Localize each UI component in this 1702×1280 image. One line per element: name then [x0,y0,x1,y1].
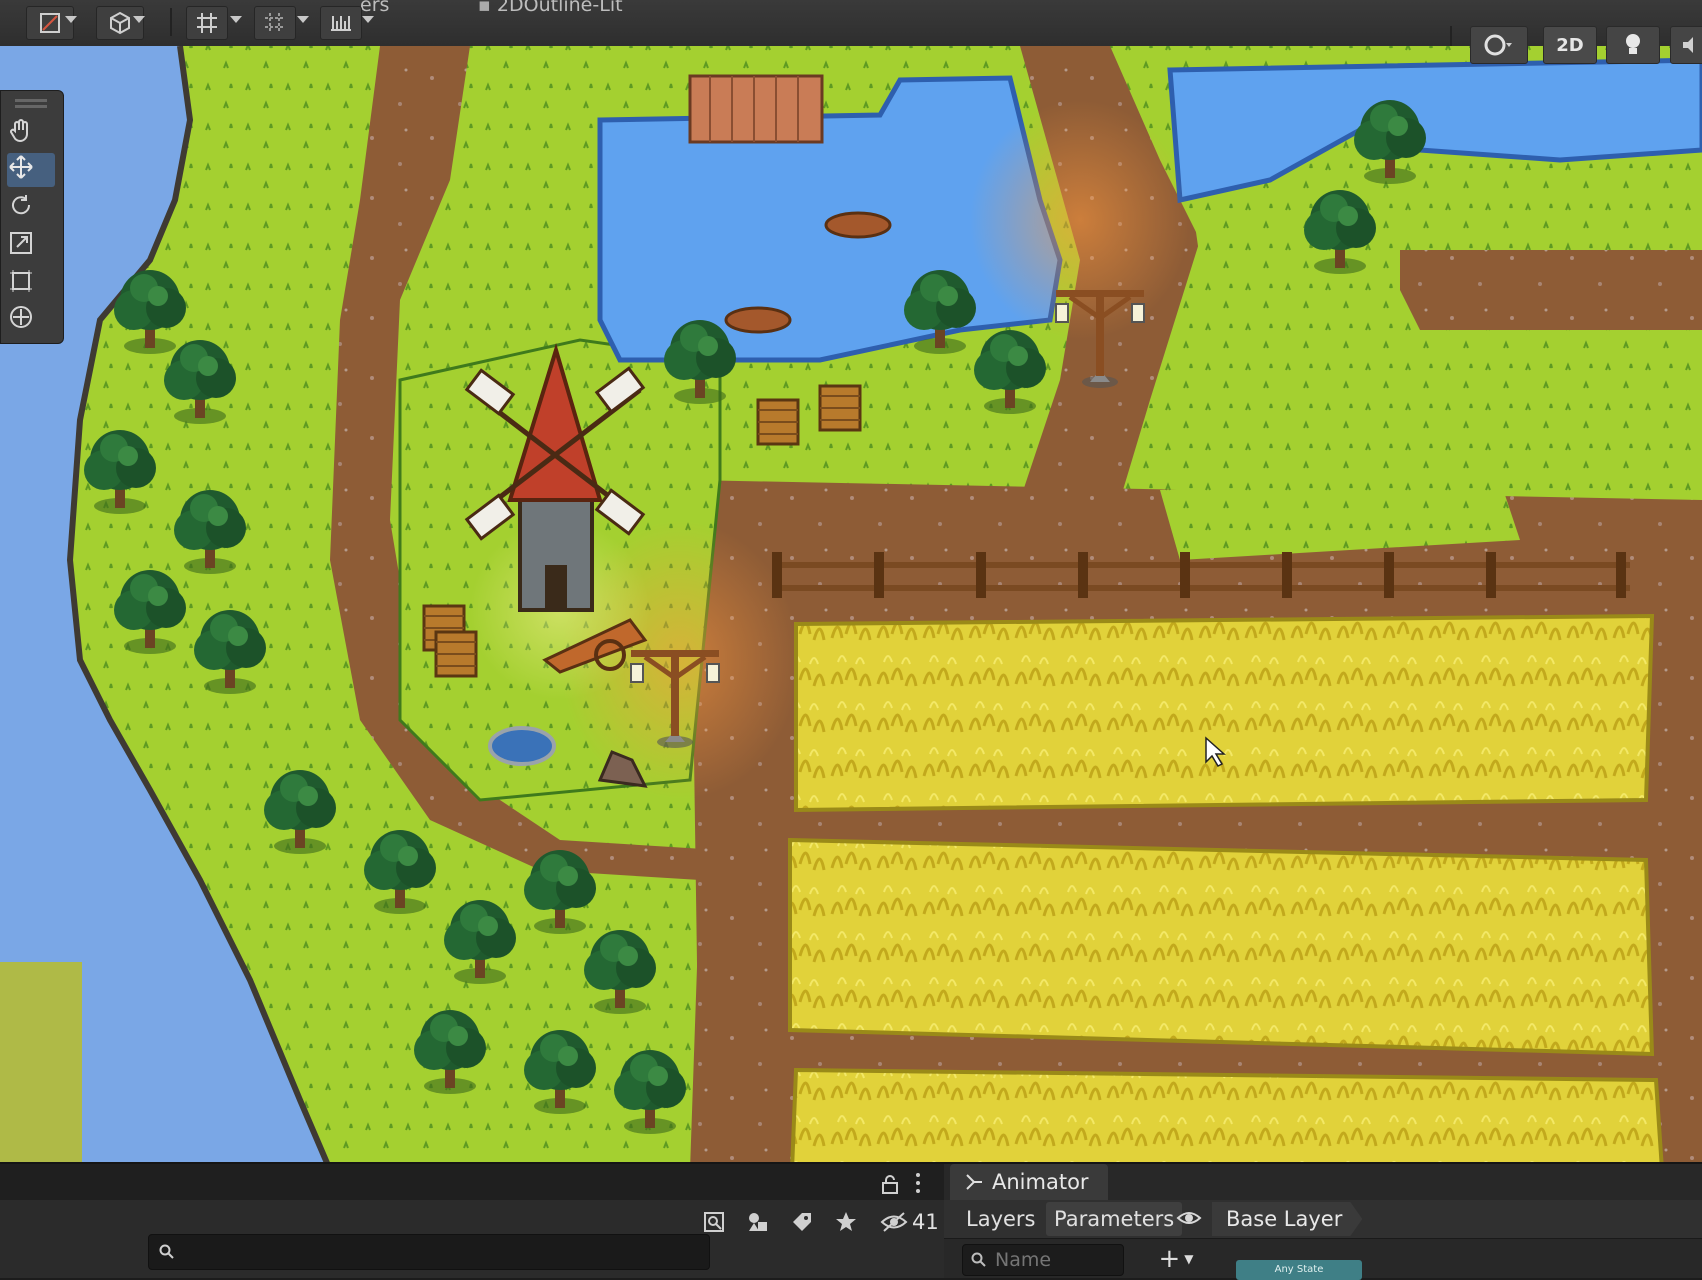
animator-panel: Animator Layers Parameters Base Layer + … [944,1164,1702,1280]
scene-tab-label: 2DOutline-Lit [496,0,623,16]
grid-snap-button[interactable] [186,6,228,40]
tab-animator[interactable]: Animator [950,1164,1108,1200]
move-icon [9,155,33,179]
star-icon [836,1212,856,1231]
chevron-down-icon[interactable] [362,16,374,23]
hand-icon [10,119,28,143]
grid-snap-icon [265,13,285,33]
search-icon [159,1244,174,1259]
scene-tab-icon: ▪ [478,0,497,16]
eye-icon[interactable] [1176,1208,1202,1228]
lightbulb-icon [1626,34,1640,54]
breadcrumb-base-layer[interactable]: Base Layer [1212,1202,1363,1236]
hand-tool[interactable] [7,117,55,151]
toolbar-divider [170,8,172,36]
hidden-count: 41 [912,1210,939,1234]
chevron-down-icon[interactable] [297,16,309,23]
rect-tool[interactable] [7,267,55,301]
shading-mode-button[interactable] [96,6,144,40]
project-panel-header [0,1164,944,1200]
circle-gizmo-icon [1484,34,1512,56]
scene-view[interactable] [0,46,1702,1170]
grid-icon [197,13,217,33]
chevron-down-icon[interactable] [65,16,77,23]
snap-increment-button[interactable] [254,6,296,40]
transform-tools-panel [0,90,64,344]
rotate-tool[interactable] [7,191,55,225]
transform-icon [10,306,32,328]
gizmo-toggle-button[interactable] [1470,26,1528,64]
tab-layers[interactable]: Layers [958,1202,1044,1236]
cube-icon [110,11,130,35]
scale-tool[interactable] [7,229,55,263]
chevron-down-icon[interactable] [230,16,242,23]
animator-tab-label: Animator [992,1170,1089,1194]
search-by-type-icon [704,1212,724,1232]
rect-icon [10,270,32,292]
lock-icon[interactable] [880,1174,900,1194]
tag-icon [793,1213,811,1231]
audio-toggle-button[interactable] [1670,26,1702,64]
speaker-icon [1683,37,1693,53]
any-state-node[interactable]: Any State [1236,1260,1362,1280]
2d-mode-toggle[interactable]: 2D [1543,26,1597,64]
tab-parameters[interactable]: Parameters [1046,1202,1183,1236]
search-scope-button[interactable] [696,1206,732,1238]
project-search-field[interactable] [148,1234,710,1270]
animator-header: Layers Parameters Base Layer [944,1200,1702,1239]
favorites-button[interactable] [828,1206,864,1238]
more-options-icon[interactable] [916,1173,920,1193]
scale-icon [10,232,32,254]
filter-label-button[interactable] [784,1206,820,1238]
animator-icon [966,1174,982,1190]
search-icon [971,1252,986,1267]
draw-mode-icon [40,13,60,33]
shapes-icon [749,1213,767,1231]
move-tool[interactable] [7,153,55,187]
bottom-dock: 41 Animator Layers Parameters Base Layer… [0,1162,1702,1280]
panel-grip[interactable] [15,99,47,102]
scene-toolbar: ers ▪ 2DOutline-Lit [0,0,1702,62]
transform-tool[interactable] [7,303,55,337]
tab-partial[interactable]: ers [360,0,389,16]
project-panel: 41 [0,1164,944,1278]
ruler-icon [331,16,351,31]
draw-mode-button[interactable] [26,6,74,40]
eye-slash-icon [880,1212,908,1232]
parameter-name-input[interactable] [993,1248,1117,1272]
project-search-input[interactable] [183,1239,687,1265]
chevron-down-icon: ▼ [1184,1252,1194,1266]
parameter-search-field[interactable] [962,1244,1124,1276]
add-label: + [1158,1244,1181,1274]
chevron-down-icon[interactable] [133,16,145,23]
scene-tab[interactable]: ▪ 2DOutline-Lit [478,0,623,16]
tilemap-canvas[interactable] [0,46,1702,1170]
wheat-fields [788,613,1665,1170]
ruler-button[interactable] [320,6,362,40]
add-parameter-button[interactable]: + ▼ [1156,1244,1196,1274]
filter-type-button[interactable] [740,1206,776,1238]
lighting-toggle-button[interactable] [1606,26,1660,64]
rotate-icon [12,195,31,215]
hidden-packages-toggle[interactable]: 41 [880,1206,939,1238]
